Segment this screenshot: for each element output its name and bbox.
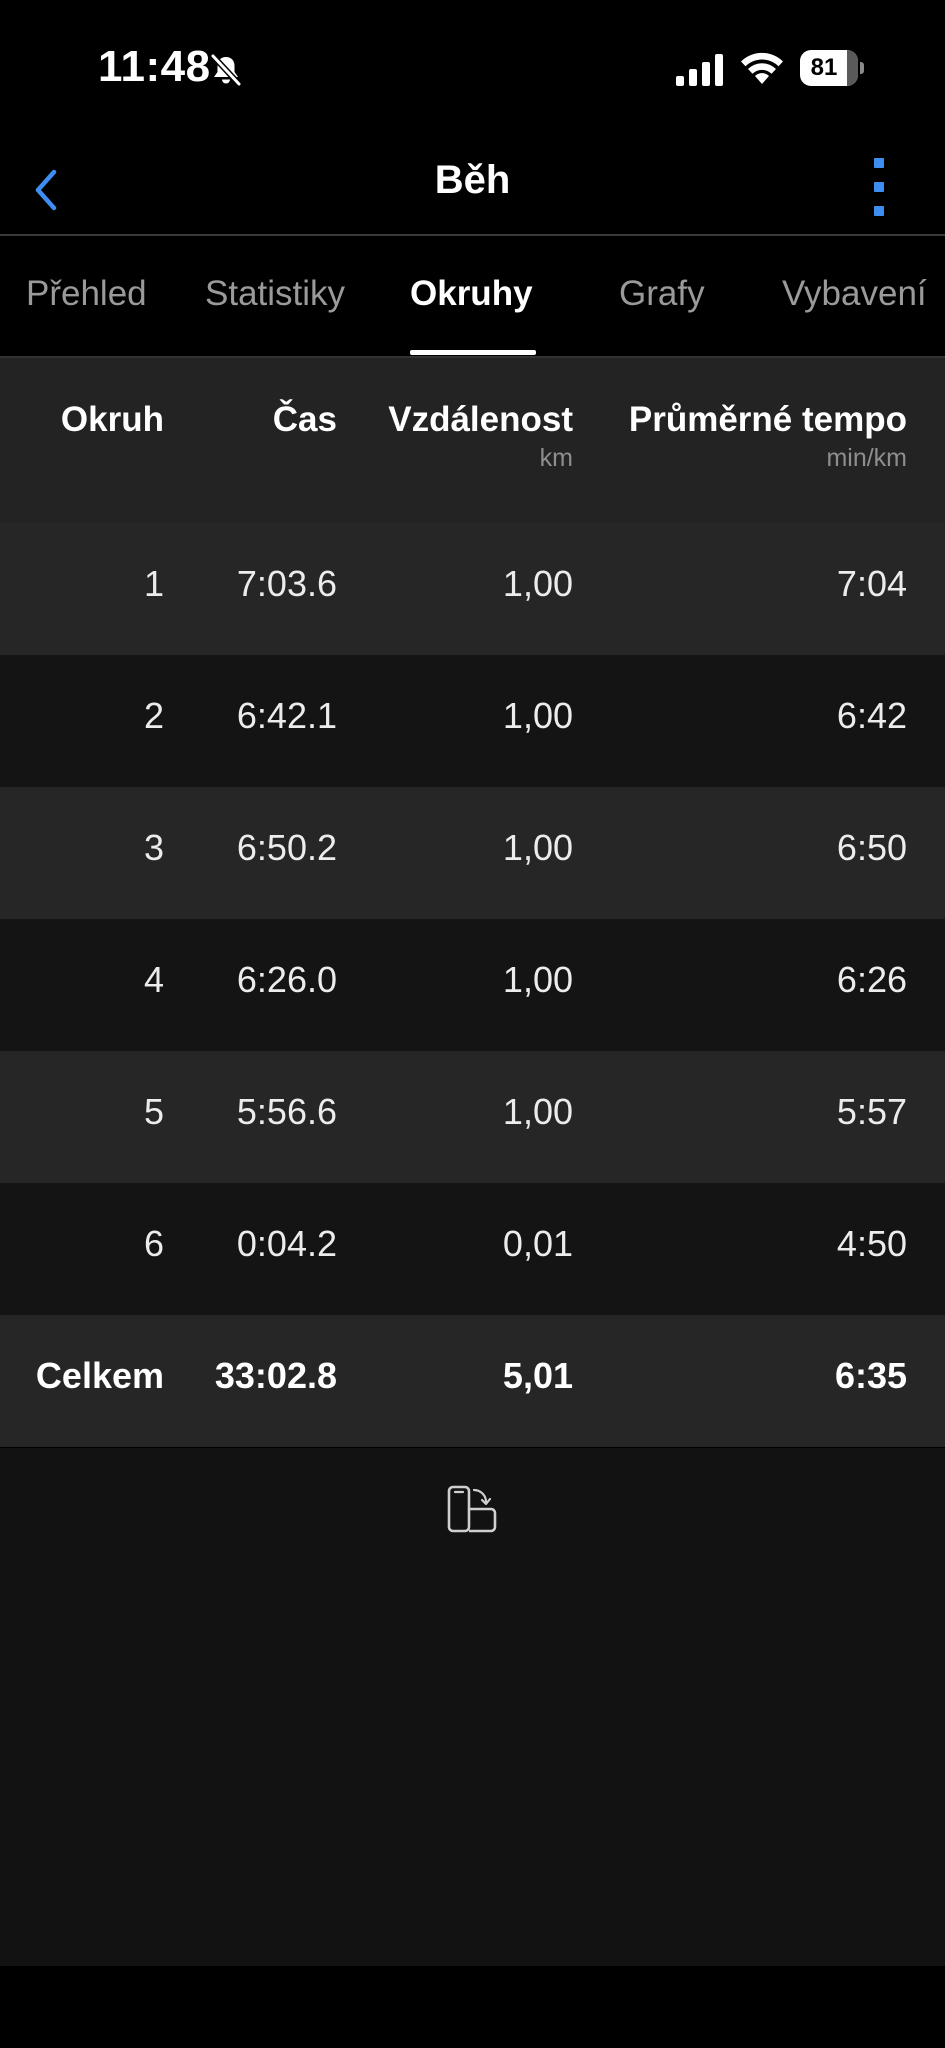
battery-icon: 81 <box>800 50 864 86</box>
tab-okruhy[interactable]: Okruhy <box>410 274 533 314</box>
column-header-okruh: Okruh <box>60 400 164 439</box>
battery-level-label: 81 <box>810 54 838 81</box>
lap-pace: 6:50 <box>836 827 907 868</box>
battery-empty-part <box>846 50 858 86</box>
lap-pace: 4:50 <box>836 1223 907 1264</box>
table-row: 3 6:50.2 1,00 6:50 <box>0 787 945 919</box>
total-row: Celkem 33:02.8 5,01 6:35 <box>0 1315 945 1447</box>
lap-pace: 6:42 <box>836 695 907 736</box>
column-header-vzdalenost: Vzdálenost <box>388 400 573 439</box>
tab-prehled[interactable]: Přehled <box>26 274 147 314</box>
column-unit-tempo: min/km <box>826 444 907 472</box>
lap-pace: 7:04 <box>836 563 907 604</box>
total-label: Celkem <box>35 1355 164 1396</box>
total-time: 33:02.8 <box>214 1355 337 1396</box>
lap-distance: 0,01 <box>502 1223 573 1264</box>
lap-time: 0:04.2 <box>236 1223 337 1264</box>
lap-distance: 1,00 <box>502 1091 573 1132</box>
wifi-icon <box>741 52 783 84</box>
lap-number: 1 <box>143 563 164 604</box>
lap-number: 2 <box>143 695 164 736</box>
lap-pace: 5:57 <box>836 1091 907 1132</box>
lap-distance: 1,00 <box>502 695 573 736</box>
total-distance: 5,01 <box>502 1355 573 1396</box>
tab-statistiky[interactable]: Statistiky <box>205 274 345 314</box>
lap-time: 5:56.6 <box>236 1091 337 1132</box>
lap-number: 6 <box>143 1223 164 1264</box>
lap-time: 6:42.1 <box>236 695 337 736</box>
lap-time: 7:03.6 <box>236 563 337 604</box>
lap-number: 4 <box>143 959 164 1000</box>
lap-number: 5 <box>143 1091 164 1132</box>
nav-bar: Běh <box>0 140 945 236</box>
table-row: 1 7:03.6 1,00 7:04 <box>0 523 945 655</box>
bell-slash-icon <box>210 53 242 87</box>
laps-table: Okruh Čas Vzdálenost km Průměrné tempo m… <box>0 358 945 1447</box>
lap-number: 3 <box>143 827 164 868</box>
status-bar: 11:48 81 <box>0 0 945 140</box>
active-tab-indicator <box>410 350 536 355</box>
table-row: 5 5:56.6 1,00 5:57 <box>0 1051 945 1183</box>
lap-pace: 6:26 <box>836 959 907 1000</box>
lap-distance: 1,00 <box>502 959 573 1000</box>
table-row: 4 6:26.0 1,00 6:26 <box>0 919 945 1051</box>
column-unit-vzdalenost: km <box>539 444 573 472</box>
total-pace: 6:35 <box>834 1355 907 1396</box>
lap-distance: 1,00 <box>502 827 573 868</box>
column-header-tempo: Průměrné tempo <box>628 400 907 439</box>
column-header-cas: Čas <box>272 400 337 439</box>
status-time: 11:48 <box>98 42 211 91</box>
table-row: 2 6:42.1 1,00 6:42 <box>0 655 945 787</box>
rotate-device-icon[interactable] <box>446 1484 498 1534</box>
table-row: 6 0:04.2 0,01 4:50 <box>0 1183 945 1315</box>
table-header: Okruh Čas Vzdálenost km Průměrné tempo m… <box>0 358 945 523</box>
lap-time: 6:26.0 <box>236 959 337 1000</box>
lap-distance: 1,00 <box>502 563 573 604</box>
page-title: Běh <box>434 158 511 202</box>
tab-grafy[interactable]: Grafy <box>619 274 705 314</box>
tab-vybaveni[interactable]: Vybavení <box>782 274 927 314</box>
home-indicator-area <box>0 1966 945 2048</box>
lap-time: 6:50.2 <box>236 827 337 868</box>
more-button[interactable] <box>860 156 900 220</box>
more-vertical-icon <box>874 158 884 168</box>
cellular-signal-icon <box>676 54 723 86</box>
tab-bar: Přehled Statistiky Okruhy Grafy Vybavení <box>0 236 945 358</box>
